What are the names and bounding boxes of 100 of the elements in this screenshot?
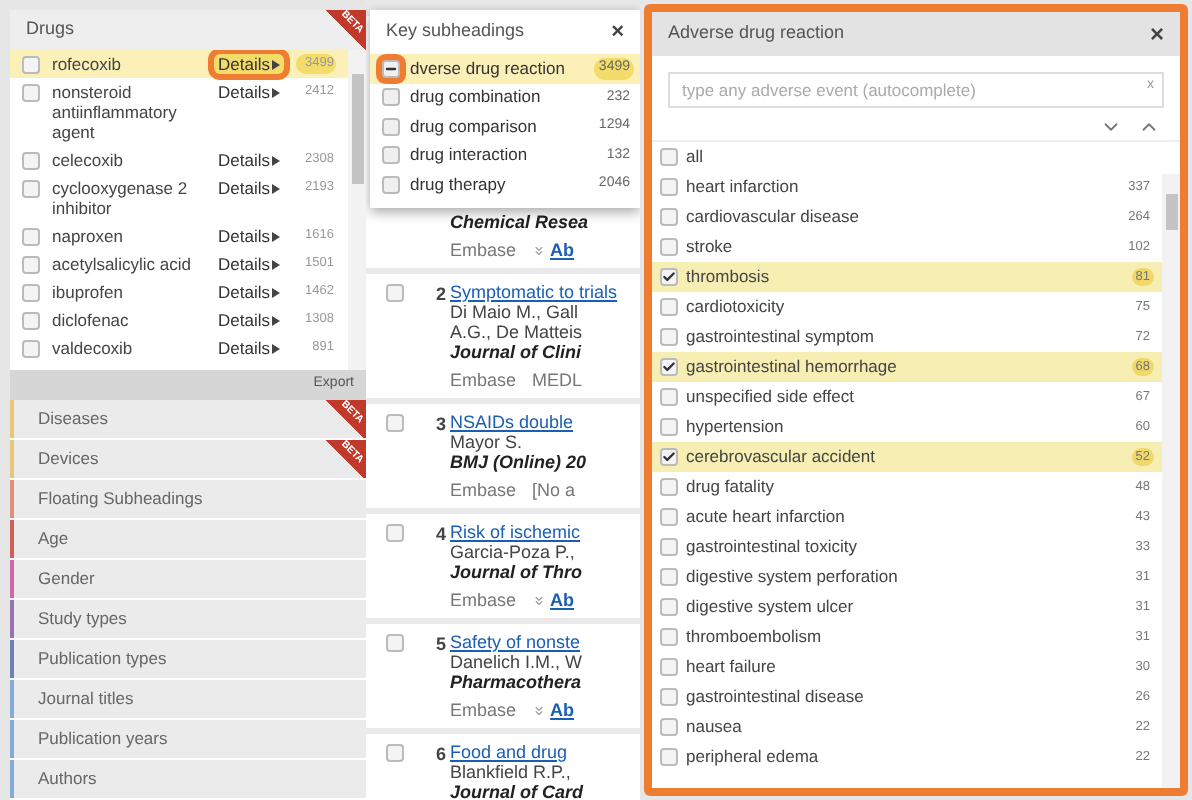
checkbox[interactable]: [660, 478, 678, 496]
close-button[interactable]: ×: [611, 15, 624, 49]
drug-name: naproxen: [52, 226, 125, 246]
checkbox[interactable]: [660, 628, 678, 646]
details-button[interactable]: Details: [214, 150, 284, 170]
reaction-name: hypertension: [686, 414, 786, 440]
facet-item[interactable]: Gender: [10, 560, 366, 600]
source-label: Embase: [450, 480, 517, 500]
checkbox[interactable]: [22, 152, 40, 170]
facet-item[interactable]: Age: [10, 520, 366, 560]
subheading-name: drug comparison: [410, 113, 539, 140]
reaction-name: gastrointestinal symptom: [686, 324, 877, 350]
facet-item[interactable]: Floating Subheadings: [10, 480, 366, 520]
checkbox[interactable]: [22, 284, 40, 302]
checkbox[interactable]: [660, 448, 678, 466]
checkbox[interactable]: [660, 388, 678, 406]
facet-item[interactable]: Publication years: [10, 720, 366, 760]
checkbox[interactable]: [22, 312, 40, 330]
checkbox[interactable]: [660, 508, 678, 526]
checkbox[interactable]: [660, 418, 678, 436]
source-label: Embase: [450, 240, 517, 260]
checkbox[interactable]: [660, 208, 678, 226]
result-title-link[interactable]: Risk of ischemic: [450, 522, 582, 542]
reaction-name: gastrointestinal hemorrhage: [686, 354, 899, 380]
reaction-name: heart infarction: [686, 174, 801, 200]
reaction-name: cerebrovascular accident: [686, 444, 877, 470]
checkbox[interactable]: [660, 568, 678, 586]
caret-icon: [272, 183, 280, 193]
checkbox[interactable]: [385, 524, 403, 542]
checkbox[interactable]: [660, 658, 678, 676]
checkbox[interactable]: [660, 688, 678, 706]
drug-name: diclofenac: [52, 310, 131, 330]
checkbox[interactable]: [660, 148, 678, 166]
details-button[interactable]: Details: [214, 54, 284, 74]
result-title-link[interactable]: Safety of nonste: [450, 632, 583, 652]
details-button[interactable]: Details: [214, 226, 284, 246]
checkbox[interactable]: [660, 328, 678, 346]
details-button[interactable]: Details: [214, 338, 284, 358]
checkbox[interactable]: [660, 268, 678, 286]
checkbox[interactable]: [385, 634, 403, 652]
double-chevron-icon: [532, 593, 547, 607]
check-icon: [662, 360, 676, 374]
checkbox[interactable]: [660, 748, 678, 766]
caret-icon: [272, 155, 280, 165]
checkbox[interactable]: [22, 256, 40, 274]
facet-item[interactable]: Journal titles: [10, 680, 366, 720]
checkbox[interactable]: [385, 744, 403, 762]
checkbox[interactable]: [22, 84, 40, 102]
details-button[interactable]: Details: [214, 82, 284, 102]
double-chevron-icon: [532, 243, 547, 257]
scrollbar[interactable]: [1162, 174, 1180, 788]
drug-name: acetylsalicylic acid: [52, 254, 193, 274]
checkbox[interactable]: [385, 414, 403, 432]
check-icon: [662, 270, 676, 284]
checkbox[interactable]: [385, 284, 403, 302]
popup-title: Key subheadings: [386, 18, 525, 45]
checkbox[interactable]: [22, 180, 40, 198]
details-button[interactable]: Details: [214, 310, 284, 330]
checkbox[interactable]: [660, 598, 678, 616]
drug-name: valdecoxib: [52, 338, 135, 358]
result-authors: Danelich I.M., W: [450, 652, 583, 672]
details-button[interactable]: Details: [214, 254, 284, 274]
reaction-name: heart failure: [686, 654, 778, 680]
facet-item[interactable]: Study types: [10, 600, 366, 640]
checkbox[interactable]: [382, 117, 400, 136]
checkbox[interactable]: [22, 228, 40, 246]
close-button[interactable]: ×: [1149, 16, 1164, 52]
checkbox[interactable]: [660, 298, 678, 316]
details-button[interactable]: Details: [214, 178, 284, 198]
checkbox[interactable]: [382, 88, 400, 107]
result-title-link[interactable]: Food and drug: [450, 742, 584, 762]
checkbox[interactable]: [22, 56, 40, 74]
abstract-link[interactable]: Ab: [550, 240, 575, 260]
checkbox[interactable]: [660, 178, 678, 196]
subheading-name: drug combination: [410, 84, 543, 111]
details-button[interactable]: Details: [214, 282, 284, 302]
abstract-link[interactable]: Ab: [550, 590, 575, 610]
result-number: 2: [435, 282, 446, 308]
result-title-link[interactable]: Symptomatic to trials: [450, 282, 618, 302]
checkbox[interactable]: [382, 146, 400, 165]
facet-item[interactable]: Publication types: [10, 640, 366, 680]
result-title-link[interactable]: NSAIDs double: [450, 412, 587, 432]
checkbox[interactable]: [660, 358, 678, 376]
reaction-name: thromboembolism: [686, 624, 824, 650]
checkbox[interactable]: [660, 538, 678, 556]
drug-name: nonsteroid antiinflammatory agent: [52, 82, 179, 142]
checkbox[interactable]: [382, 59, 400, 78]
journal-name: Journal of Card: [450, 782, 584, 800]
subheading-name: drug therapy: [410, 171, 508, 198]
reaction-name: unspecified side effect: [686, 384, 856, 410]
checkbox[interactable]: [22, 340, 40, 358]
facet-item[interactable]: Authors: [10, 760, 366, 800]
abstract-link[interactable]: Ab: [550, 700, 575, 720]
checkbox[interactable]: [660, 718, 678, 736]
scrollbar[interactable]: [348, 50, 366, 370]
reaction-row[interactable]: all: [652, 142, 1162, 172]
source-label: Embase: [450, 370, 517, 390]
checkbox[interactable]: [382, 175, 400, 194]
checkbox[interactable]: [660, 238, 678, 256]
caret-icon: [272, 259, 280, 269]
